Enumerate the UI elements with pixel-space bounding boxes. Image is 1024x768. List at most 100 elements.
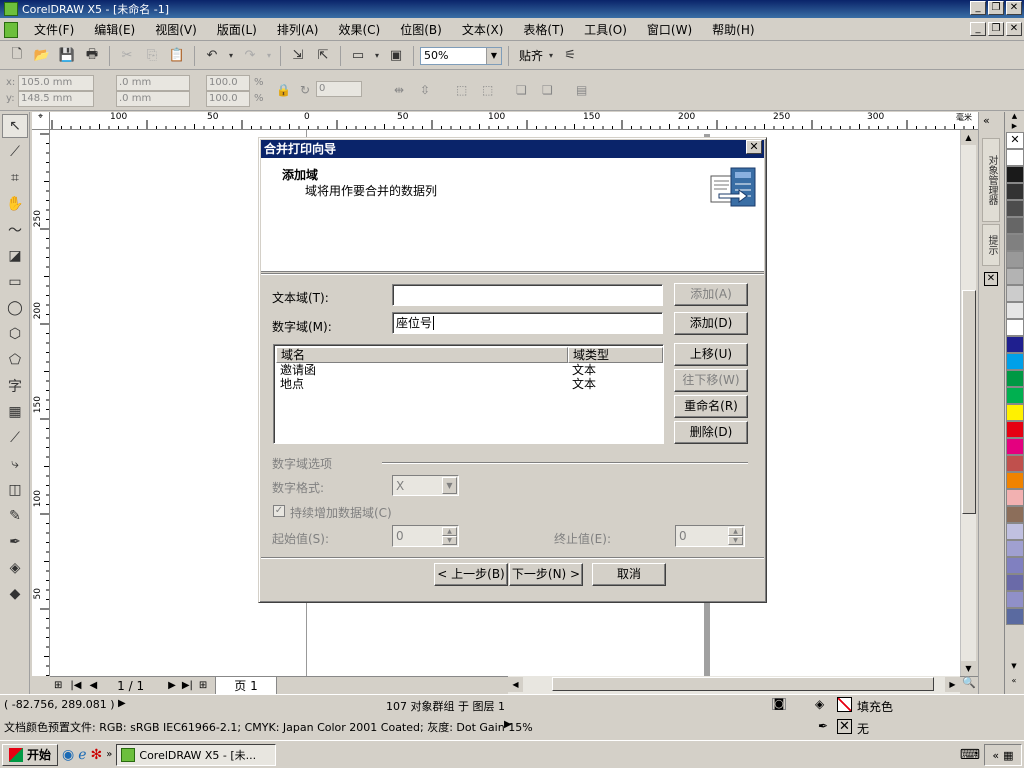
color-swatch[interactable] xyxy=(1006,183,1024,200)
outline-pen-icon[interactable]: ✒ xyxy=(2,530,28,554)
color-swatch[interactable] xyxy=(1006,149,1024,166)
rotation-field[interactable]: 0 xyxy=(316,81,362,97)
mirror-v-icon[interactable]: ⇳ xyxy=(420,83,430,97)
add-page-after-icon[interactable]: ⊞ xyxy=(199,680,207,691)
menu-effects[interactable]: 效果(C) xyxy=(330,21,388,38)
save-icon[interactable]: 💾 xyxy=(56,45,78,67)
prev-page-icon[interactable]: ◀ xyxy=(89,680,97,691)
snap-dropdown-icon[interactable]: ▾ xyxy=(546,45,556,67)
outline-swatch[interactable]: ✕ xyxy=(837,719,852,734)
basic-shapes-icon[interactable]: ⬠ xyxy=(2,348,28,372)
options-icon[interactable]: ⚟ xyxy=(559,45,581,67)
menu-help[interactable]: 帮助(H) xyxy=(704,21,762,38)
vertical-ruler[interactable]: 250 200 150 100 50 xyxy=(32,130,50,676)
eyedropper-icon[interactable]: ✎ xyxy=(2,504,28,528)
tray-expand-icon[interactable]: « xyxy=(992,749,999,762)
menu-arrange[interactable]: 排列(A) xyxy=(269,21,327,38)
color-swatch[interactable] xyxy=(1006,540,1024,557)
color-swatch[interactable] xyxy=(1006,353,1024,370)
close-docker-icon[interactable]: ✕ xyxy=(984,272,998,286)
mirror-h-icon[interactable]: ⇹ xyxy=(394,83,404,97)
status-arrow-icon[interactable]: ▶ xyxy=(118,698,126,709)
color-swatch[interactable] xyxy=(1006,200,1024,217)
color-swatch[interactable] xyxy=(1006,557,1024,574)
chevron-down-icon[interactable]: ▼ xyxy=(442,477,457,494)
column-field-name[interactable]: 域名 xyxy=(276,347,568,363)
open-icon[interactable]: 📂 xyxy=(31,45,53,67)
color-swatch[interactable] xyxy=(1006,574,1024,591)
coreldraw-task[interactable]: CorelDRAW X5 - [未... xyxy=(116,743,277,766)
ungroup-icon[interactable]: ⬚ xyxy=(482,83,493,97)
palette-scroll-down-icon[interactable]: ▼ xyxy=(1005,662,1023,672)
field-list[interactable]: 域名 域类型 邀请函 文本 地点 文本 xyxy=(273,344,664,444)
horizontal-scroll-thumb[interactable] xyxy=(552,677,934,691)
object-manager-tab[interactable]: 对象管理器 xyxy=(982,138,1000,222)
doc-restore-button[interactable]: ❐ xyxy=(988,22,1004,36)
color-swatch[interactable] xyxy=(1006,506,1024,523)
color-swatch[interactable] xyxy=(1006,336,1024,353)
last-page-icon[interactable]: ▶| xyxy=(182,680,193,691)
color-swatch[interactable] xyxy=(1006,489,1024,506)
color-swatch[interactable] xyxy=(1006,591,1024,608)
delete-button[interactable]: 删除(D) xyxy=(674,421,748,444)
spin-up-icon[interactable]: ▲ xyxy=(442,527,457,536)
profile-arrow-icon[interactable]: ▶ xyxy=(504,719,512,730)
fill-swatch[interactable] xyxy=(837,697,852,712)
group-icon[interactable]: ⬚ xyxy=(456,83,467,97)
palette-scroll-up-icon[interactable]: ▲ xyxy=(1005,112,1024,122)
text-field-input[interactable] xyxy=(392,284,663,306)
spin-up-icon[interactable]: ▲ xyxy=(728,527,743,536)
color-swatch[interactable] xyxy=(1006,302,1024,319)
page-tab[interactable]: 页 1 xyxy=(215,676,277,695)
quicklaunch-icon[interactable]: ✻ xyxy=(91,747,103,763)
align-icon[interactable]: ▤ xyxy=(576,83,587,97)
pan-tool-icon[interactable]: ✋ xyxy=(2,192,28,216)
vertical-scrollbar[interactable]: ▲ ▼ xyxy=(960,130,976,676)
lock-ratio-icon[interactable]: 🔒 xyxy=(276,83,291,97)
crop-tool-icon[interactable]: ⌗ xyxy=(2,166,28,190)
ruler-origin-icon[interactable]: ⌖ xyxy=(32,112,50,130)
palette-expand-icon[interactable]: « xyxy=(1005,676,1023,686)
ie-icon[interactable]: ℯ xyxy=(78,747,86,763)
color-swatch[interactable] xyxy=(1006,523,1024,540)
cancel-button[interactable]: 取消 xyxy=(592,563,666,586)
copy-icon[interactable]: ⎘ xyxy=(141,45,163,67)
width-field[interactable]: .0 mm xyxy=(116,75,190,91)
break-apart-icon[interactable]: ❏ xyxy=(542,83,553,97)
start-button[interactable]: 开始 xyxy=(2,743,59,766)
cut-icon[interactable]: ✂ xyxy=(116,45,138,67)
color-swatch[interactable] xyxy=(1006,608,1024,625)
dimension-tool-icon[interactable]: ⟋ xyxy=(2,426,28,450)
color-proof-icon[interactable]: ◙ xyxy=(772,698,786,710)
height-field[interactable]: .0 mm xyxy=(116,91,190,107)
scale-x-field[interactable]: 100.0 xyxy=(206,75,250,91)
spin-down-icon[interactable]: ▼ xyxy=(442,536,457,545)
spin-down-icon[interactable]: ▼ xyxy=(728,536,743,545)
redo-dropdown-icon[interactable]: ▾ xyxy=(264,45,274,67)
pick-tool-icon[interactable]: ↖ xyxy=(2,114,28,138)
navigator-zoom-icon[interactable]: 🔍 xyxy=(960,676,978,694)
add-page-icon[interactable]: ⊞ xyxy=(54,680,62,691)
combine-icon[interactable]: ❏ xyxy=(516,83,527,97)
horizontal-ruler[interactable]: 100 50 0 50 100 150 200 250 300 毫米 xyxy=(50,112,978,130)
menu-edit[interactable]: 编辑(E) xyxy=(86,21,143,38)
color-swatch[interactable] xyxy=(1006,455,1024,472)
export-icon[interactable]: ⇱ xyxy=(312,45,334,67)
dialog-close-button[interactable]: ✕ xyxy=(746,140,762,154)
x-position-field[interactable]: 105.0 mm xyxy=(18,75,94,91)
menu-tools[interactable]: 工具(O) xyxy=(576,21,635,38)
rectangle-tool-icon[interactable]: ▭ xyxy=(2,270,28,294)
add-text-field-button[interactable]: 添加(A) xyxy=(674,283,748,306)
no-color-swatch[interactable]: ✕ xyxy=(1006,132,1024,149)
paste-icon[interactable]: 📋 xyxy=(166,45,188,67)
restore-button[interactable]: ❐ xyxy=(988,1,1004,15)
palette-flyout-icon[interactable]: ▶ xyxy=(1005,122,1024,132)
zoom-combo[interactable]: 50% ▼ xyxy=(420,46,502,65)
polygon-tool-icon[interactable]: ⬡ xyxy=(2,322,28,346)
column-field-type[interactable]: 域类型 xyxy=(568,347,663,363)
keyboard-icon[interactable]: ⌨ xyxy=(960,747,980,763)
color-swatch[interactable] xyxy=(1006,421,1024,438)
vertical-scroll-thumb[interactable] xyxy=(962,290,976,514)
quicklaunch-more-icon[interactable]: » xyxy=(106,749,112,760)
list-item[interactable]: 地点 xyxy=(280,378,304,391)
